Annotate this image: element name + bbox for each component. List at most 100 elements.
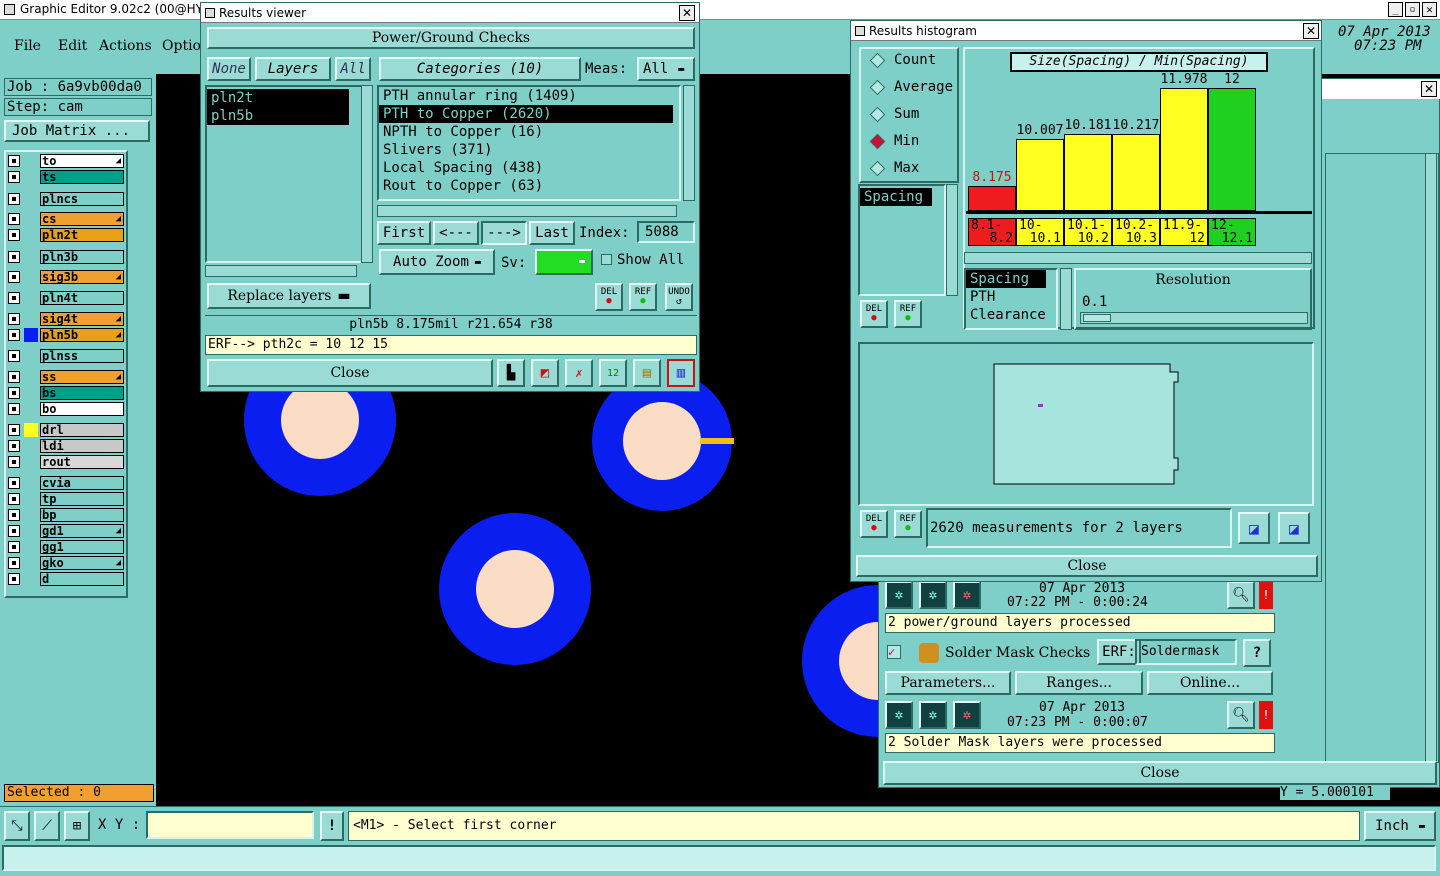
layer-checkbox[interactable] — [8, 573, 20, 585]
radio-average[interactable]: Average — [864, 77, 953, 97]
histogram-bar[interactable] — [1112, 134, 1160, 211]
radio-sum[interactable]: Sum — [864, 104, 919, 124]
layers-tab[interactable]: Layers — [255, 57, 331, 81]
layers-all-button[interactable]: All — [335, 57, 371, 81]
layer-row-plncs[interactable]: plncs — [8, 192, 124, 206]
spacing-item[interactable]: Spacing — [860, 188, 932, 206]
bar-category-label[interactable]: 8.1- 8.2 — [968, 218, 1016, 246]
ref-delete-icon[interactable]: ✗ — [565, 359, 593, 387]
online-button[interactable]: Online... — [1147, 671, 1273, 695]
layer-checkbox[interactable] — [8, 541, 20, 553]
histogram-bar[interactable] — [968, 186, 1016, 211]
job-matrix-button[interactable]: Job Matrix ... — [4, 120, 150, 142]
layer-name[interactable]: cvia — [40, 476, 124, 490]
layer-checkbox[interactable] — [8, 387, 20, 399]
category-item[interactable]: NPTH to Copper (16) — [379, 123, 679, 141]
menu-actions[interactable]: Actions — [99, 38, 152, 54]
run-all-icon[interactable]: ✲ — [919, 581, 947, 609]
radio-count[interactable]: Count — [864, 50, 936, 70]
stop-icon[interactable]: ✲ — [953, 581, 981, 609]
bar-category-label[interactable]: 10- 10.1 — [1016, 218, 1064, 246]
parameters-button[interactable]: Parameters... — [885, 671, 1011, 695]
highlight-icon[interactable]: ▙ — [497, 359, 525, 387]
snap-icon[interactable]: ⤡ — [4, 811, 30, 841]
layer-checkbox[interactable] — [8, 509, 20, 521]
first-button[interactable]: First — [377, 221, 431, 245]
layer-checkbox[interactable] — [8, 292, 20, 304]
chart-hscroll[interactable] — [964, 252, 1312, 264]
replace-layers-dropdown[interactable]: Replace layers ▬ — [207, 283, 371, 309]
measure-icon[interactable]: ⟋ — [34, 811, 60, 841]
layer-row-bp[interactable]: bp — [8, 508, 124, 522]
layer-checkbox[interactable] — [8, 557, 20, 569]
layer-checkbox[interactable] — [8, 271, 20, 283]
dimension-item[interactable]: Clearance — [966, 306, 1056, 324]
layer-row-gg1[interactable]: gg1 — [8, 540, 124, 554]
category-item[interactable]: PTH to Copper (2620) — [379, 105, 673, 123]
layer-checkbox[interactable] — [8, 493, 20, 505]
layer-row-ldi[interactable]: ldi — [8, 439, 124, 453]
categories-button[interactable]: Categories (10) — [379, 57, 581, 81]
index-input[interactable]: 5088 — [637, 221, 695, 243]
layer-checkbox[interactable] — [8, 456, 20, 468]
next-button[interactable]: ---> — [481, 221, 527, 245]
run-icon[interactable]: ✲ — [885, 581, 913, 609]
layer-name[interactable]: pln2t — [40, 228, 124, 242]
layer-row-ts[interactable]: ts — [8, 170, 124, 184]
close-icon[interactable]: ✕ — [1422, 2, 1437, 17]
histogram-bar[interactable] — [1016, 139, 1064, 211]
layer-row-bo[interactable]: bo — [8, 402, 124, 416]
layer-row-sig4t[interactable]: sig4t ◢ — [8, 312, 124, 326]
layer-checkbox[interactable] — [8, 403, 20, 415]
zoom-icon[interactable]: 🔍︎ — [1227, 581, 1255, 609]
category-list-vscroll[interactable] — [683, 85, 695, 201]
prev-button[interactable]: <--- — [433, 221, 479, 245]
slider-thumb[interactable] — [1083, 314, 1111, 322]
layer-checkbox[interactable] — [8, 424, 20, 436]
layer-name[interactable]: ts — [40, 170, 124, 184]
layer-name[interactable]: gg1 — [40, 540, 124, 554]
category-item[interactable]: PTH annular ring (1409) — [379, 87, 679, 105]
results-viewer-close-button[interactable]: Close — [207, 359, 493, 387]
layer-checkbox[interactable] — [8, 525, 20, 537]
hist-ref-button[interactable]: REF ● — [894, 300, 922, 328]
layer-name[interactable]: drl — [40, 423, 124, 437]
result-layer-item[interactable]: pln5b — [207, 107, 349, 125]
sv-color-dropdown[interactable]: ▬ — [535, 249, 593, 275]
zoom-icon[interactable]: 🔍︎ — [1227, 701, 1255, 729]
histogram-icon[interactable]: ▥ — [667, 359, 695, 387]
unit-dropdown[interactable]: Inch ▬ — [1364, 811, 1436, 841]
layer-checkbox[interactable] — [8, 440, 20, 452]
layer-name[interactable]: sig4t ◢ — [40, 312, 124, 326]
numbered-icon[interactable]: 12 — [599, 359, 627, 387]
show-all-checkbox[interactable] — [601, 254, 612, 265]
layer-checkbox[interactable] — [8, 193, 20, 205]
layer-row-cvia[interactable]: cvia — [8, 476, 124, 490]
layer-list-hscroll[interactable] — [205, 265, 357, 277]
layer-name[interactable]: plnss — [40, 349, 124, 363]
category-list-hscroll[interactable] — [377, 205, 677, 217]
layer-row-drl[interactable]: drl — [8, 423, 124, 437]
layer-checkbox[interactable] — [8, 229, 20, 241]
histogram-bar[interactable] — [1064, 134, 1112, 211]
minimize-icon[interactable]: _ — [1388, 2, 1403, 17]
maximize-icon[interactable]: ▫ — [1405, 2, 1420, 17]
layer-name[interactable]: ldi — [40, 439, 124, 453]
report-icon[interactable]: ▤ — [633, 359, 661, 387]
layer-name[interactable]: gko ◢ — [40, 556, 124, 570]
measurements-ref-button[interactable]: REF ● — [894, 510, 922, 538]
layer-color-swatch[interactable] — [24, 423, 38, 437]
auto-zoom-dropdown[interactable]: Auto Zoom ▬ — [379, 249, 495, 275]
layer-name[interactable]: bp — [40, 508, 124, 522]
checks-close-button[interactable]: Close — [883, 761, 1437, 785]
layer-row-cs[interactable]: cs ◢ — [8, 212, 124, 226]
layer-row-pln4t[interactable]: pln4t — [8, 291, 124, 305]
layer-row-d[interactable]: d — [8, 572, 124, 586]
run-icon[interactable]: ✲ — [885, 701, 913, 729]
layer-name[interactable]: bs — [40, 386, 124, 400]
ref-button[interactable]: REF ● — [629, 283, 657, 311]
layer-name[interactable]: bo — [40, 402, 124, 416]
dimension-list-vscroll[interactable] — [1060, 268, 1072, 330]
histogram-bar[interactable] — [1208, 88, 1256, 211]
layer-row-tp[interactable]: tp — [8, 492, 124, 506]
